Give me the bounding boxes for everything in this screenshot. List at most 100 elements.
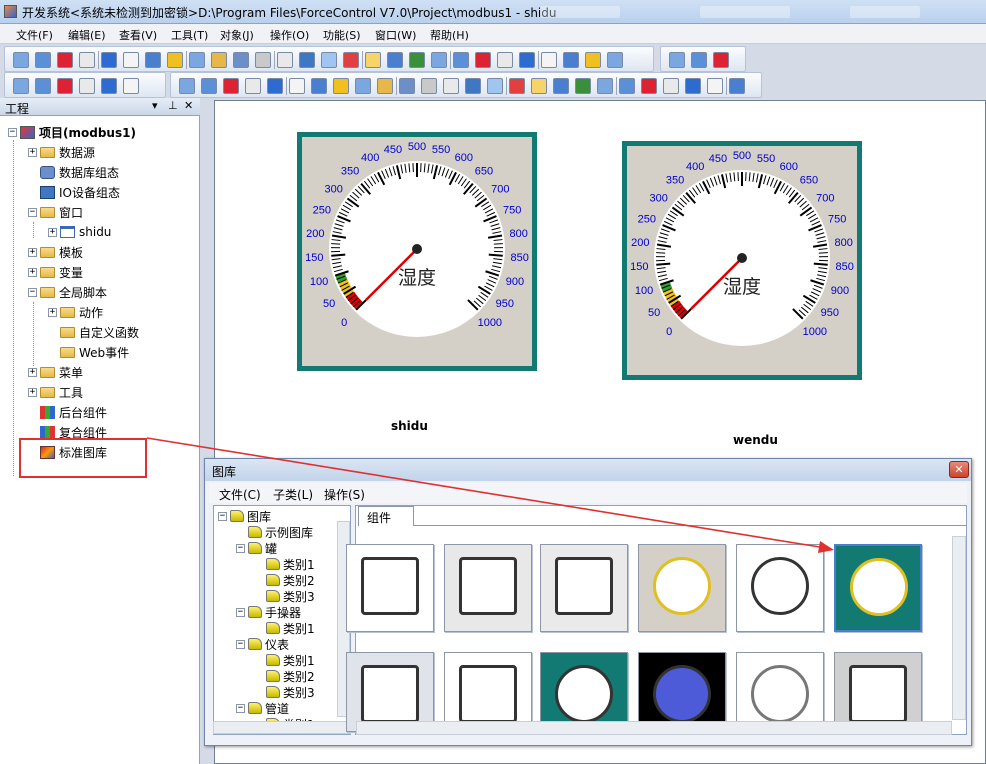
toolbar-button-icon[interactable] xyxy=(487,78,503,94)
library-tree-item[interactable]: 类别3 xyxy=(266,684,315,700)
library-tree-item[interactable]: − 罐 xyxy=(236,540,277,556)
library-tree-item[interactable]: 类别1 xyxy=(266,620,315,636)
toolbar-button-icon[interactable] xyxy=(607,52,623,68)
library-tree-item[interactable]: 示例图库 xyxy=(248,524,313,540)
tree-item-web-event[interactable]: Web事件 xyxy=(60,343,129,361)
toolbar-button-icon[interactable] xyxy=(707,78,723,94)
toolbar-button-icon[interactable] xyxy=(553,78,569,94)
toolbar-button-icon[interactable] xyxy=(57,78,73,94)
tree-item-window[interactable]: − 窗口 xyxy=(28,203,83,221)
tree-item-io-config[interactable]: IO设备组态 xyxy=(40,183,120,201)
panel-close-icon[interactable]: ✕ xyxy=(184,99,193,112)
toolbar-button-icon[interactable] xyxy=(575,78,591,94)
library-thumbnail[interactable] xyxy=(346,544,434,632)
toolbar-button-icon[interactable] xyxy=(267,78,283,94)
toolbar-button-icon[interactable] xyxy=(531,78,547,94)
toolbar-button-icon[interactable] xyxy=(321,52,337,68)
library-menu-file[interactable]: 文件(C) xyxy=(219,486,261,503)
toolbar-button-icon[interactable] xyxy=(563,52,579,68)
library-thumbnail[interactable] xyxy=(638,544,726,632)
toolbar-button-icon[interactable] xyxy=(277,52,293,68)
library-thumbnail[interactable] xyxy=(540,544,628,632)
menu-edit[interactable]: 编辑(E) xyxy=(68,27,106,43)
library-tree-item[interactable]: − 管道 xyxy=(236,700,289,716)
toolbar-button-icon[interactable] xyxy=(399,78,415,94)
menu-view[interactable]: 查看(V) xyxy=(119,27,157,43)
gauge-shidu[interactable]: 0 50 100 150 200 250 300 350 400 450 500 550 600 650 7… xyxy=(297,132,537,371)
toolbar-button-icon[interactable] xyxy=(377,78,393,94)
gauge-wendu[interactable]: 0 50 100 150 200 250 300 350 400 450 500 550 600 650 7… xyxy=(622,141,862,380)
tree-root[interactable]: − 项目(modbus1) xyxy=(8,123,136,141)
toolbar-button-icon[interactable] xyxy=(421,78,437,94)
toolbar-button-icon[interactable] xyxy=(123,52,139,68)
tree-item-datasource[interactable]: + 数据源 xyxy=(28,143,95,161)
tree-item-tool[interactable]: + 工具 xyxy=(28,383,83,401)
toolbar-button-icon[interactable] xyxy=(245,78,261,94)
library-content-hscrollbar[interactable] xyxy=(356,721,952,735)
toolbar-button-icon[interactable] xyxy=(519,52,535,68)
tree-item-menu[interactable]: + 菜单 xyxy=(28,363,83,381)
tree-item-action[interactable]: + 动作 xyxy=(48,303,103,321)
tree-item-custom-function[interactable]: 自定义函数 xyxy=(60,323,139,341)
toolbar-button-icon[interactable] xyxy=(663,78,679,94)
library-tree-item[interactable]: − 手操器 xyxy=(236,604,301,620)
panel-dropdown-icon[interactable]: ▾ xyxy=(152,99,158,112)
toolbar-button-icon[interactable] xyxy=(685,78,701,94)
toolbar-button-icon[interactable] xyxy=(311,78,327,94)
library-menu-operate[interactable]: 操作(S) xyxy=(324,486,365,503)
toolbar-button-icon[interactable] xyxy=(145,52,161,68)
toolbar-button-icon[interactable] xyxy=(431,52,447,68)
toolbar-button-icon[interactable] xyxy=(179,78,195,94)
toolbar-button-icon[interactable] xyxy=(79,78,95,94)
menu-object[interactable]: 对象(J) xyxy=(220,27,254,43)
library-thumbnail[interactable] xyxy=(736,652,824,732)
toolbar-button-icon[interactable] xyxy=(333,78,349,94)
toolbar-button-icon[interactable] xyxy=(57,52,73,68)
toolbar-button-icon[interactable] xyxy=(713,52,729,68)
library-tree-item[interactable]: 类别3 xyxy=(266,588,315,604)
toolbar-button-icon[interactable] xyxy=(619,78,635,94)
library-thumbnail[interactable] xyxy=(736,544,824,632)
library-thumbnail[interactable] xyxy=(346,652,434,732)
toolbar-button-icon[interactable] xyxy=(541,52,557,68)
toolbar-button-icon[interactable] xyxy=(597,78,613,94)
tree-item-template[interactable]: + 模板 xyxy=(28,243,83,261)
toolbar-button-icon[interactable] xyxy=(255,52,271,68)
library-thumbnail[interactable] xyxy=(638,652,726,732)
toolbar-button-icon[interactable] xyxy=(13,78,29,94)
menu-function[interactable]: 功能(S) xyxy=(323,27,361,43)
menu-file[interactable]: 文件(F) xyxy=(16,27,53,43)
library-menu-subclass[interactable]: 子类(L) xyxy=(273,486,313,503)
toolbar-button-icon[interactable] xyxy=(509,78,525,94)
toolbar-button-icon[interactable] xyxy=(189,52,205,68)
toolbar-button-icon[interactable] xyxy=(465,78,481,94)
toolbar-button-icon[interactable] xyxy=(691,52,707,68)
toolbar-button-icon[interactable] xyxy=(223,78,239,94)
toolbar-button-icon[interactable] xyxy=(355,78,371,94)
menu-tools[interactable]: 工具(T) xyxy=(171,27,208,43)
toolbar-button-icon[interactable] xyxy=(365,52,381,68)
library-content-scrollbar[interactable] xyxy=(952,536,966,720)
toolbar-button-icon[interactable] xyxy=(289,78,305,94)
library-tree-item[interactable]: − 图库 xyxy=(218,508,271,524)
toolbar-button-icon[interactable] xyxy=(101,52,117,68)
toolbar-button-icon[interactable] xyxy=(35,78,51,94)
tree-item-db-config[interactable]: 数据库组态 xyxy=(40,163,119,181)
toolbar-button-icon[interactable] xyxy=(641,78,657,94)
library-close-icon[interactable]: ✕ xyxy=(949,461,969,478)
toolbar-button-icon[interactable] xyxy=(409,52,425,68)
toolbar-button-icon[interactable] xyxy=(211,52,227,68)
toolbar-button-icon[interactable] xyxy=(729,78,745,94)
library-thumbnail[interactable] xyxy=(834,544,922,632)
menu-help[interactable]: 帮助(H) xyxy=(430,27,469,43)
library-thumbnail[interactable] xyxy=(540,652,628,732)
toolbar-button-icon[interactable] xyxy=(299,52,315,68)
menu-window[interactable]: 窗口(W) xyxy=(375,27,416,43)
tree-item-global-script[interactable]: − 全局脚本 xyxy=(28,283,107,301)
menu-operate[interactable]: 操作(O) xyxy=(270,27,309,43)
toolbar-button-icon[interactable] xyxy=(167,52,183,68)
toolbar-button-icon[interactable] xyxy=(79,52,95,68)
library-thumbnail[interactable] xyxy=(834,652,922,732)
toolbar-button-icon[interactable] xyxy=(343,52,359,68)
library-tree-item[interactable]: 类别2 xyxy=(266,668,315,684)
